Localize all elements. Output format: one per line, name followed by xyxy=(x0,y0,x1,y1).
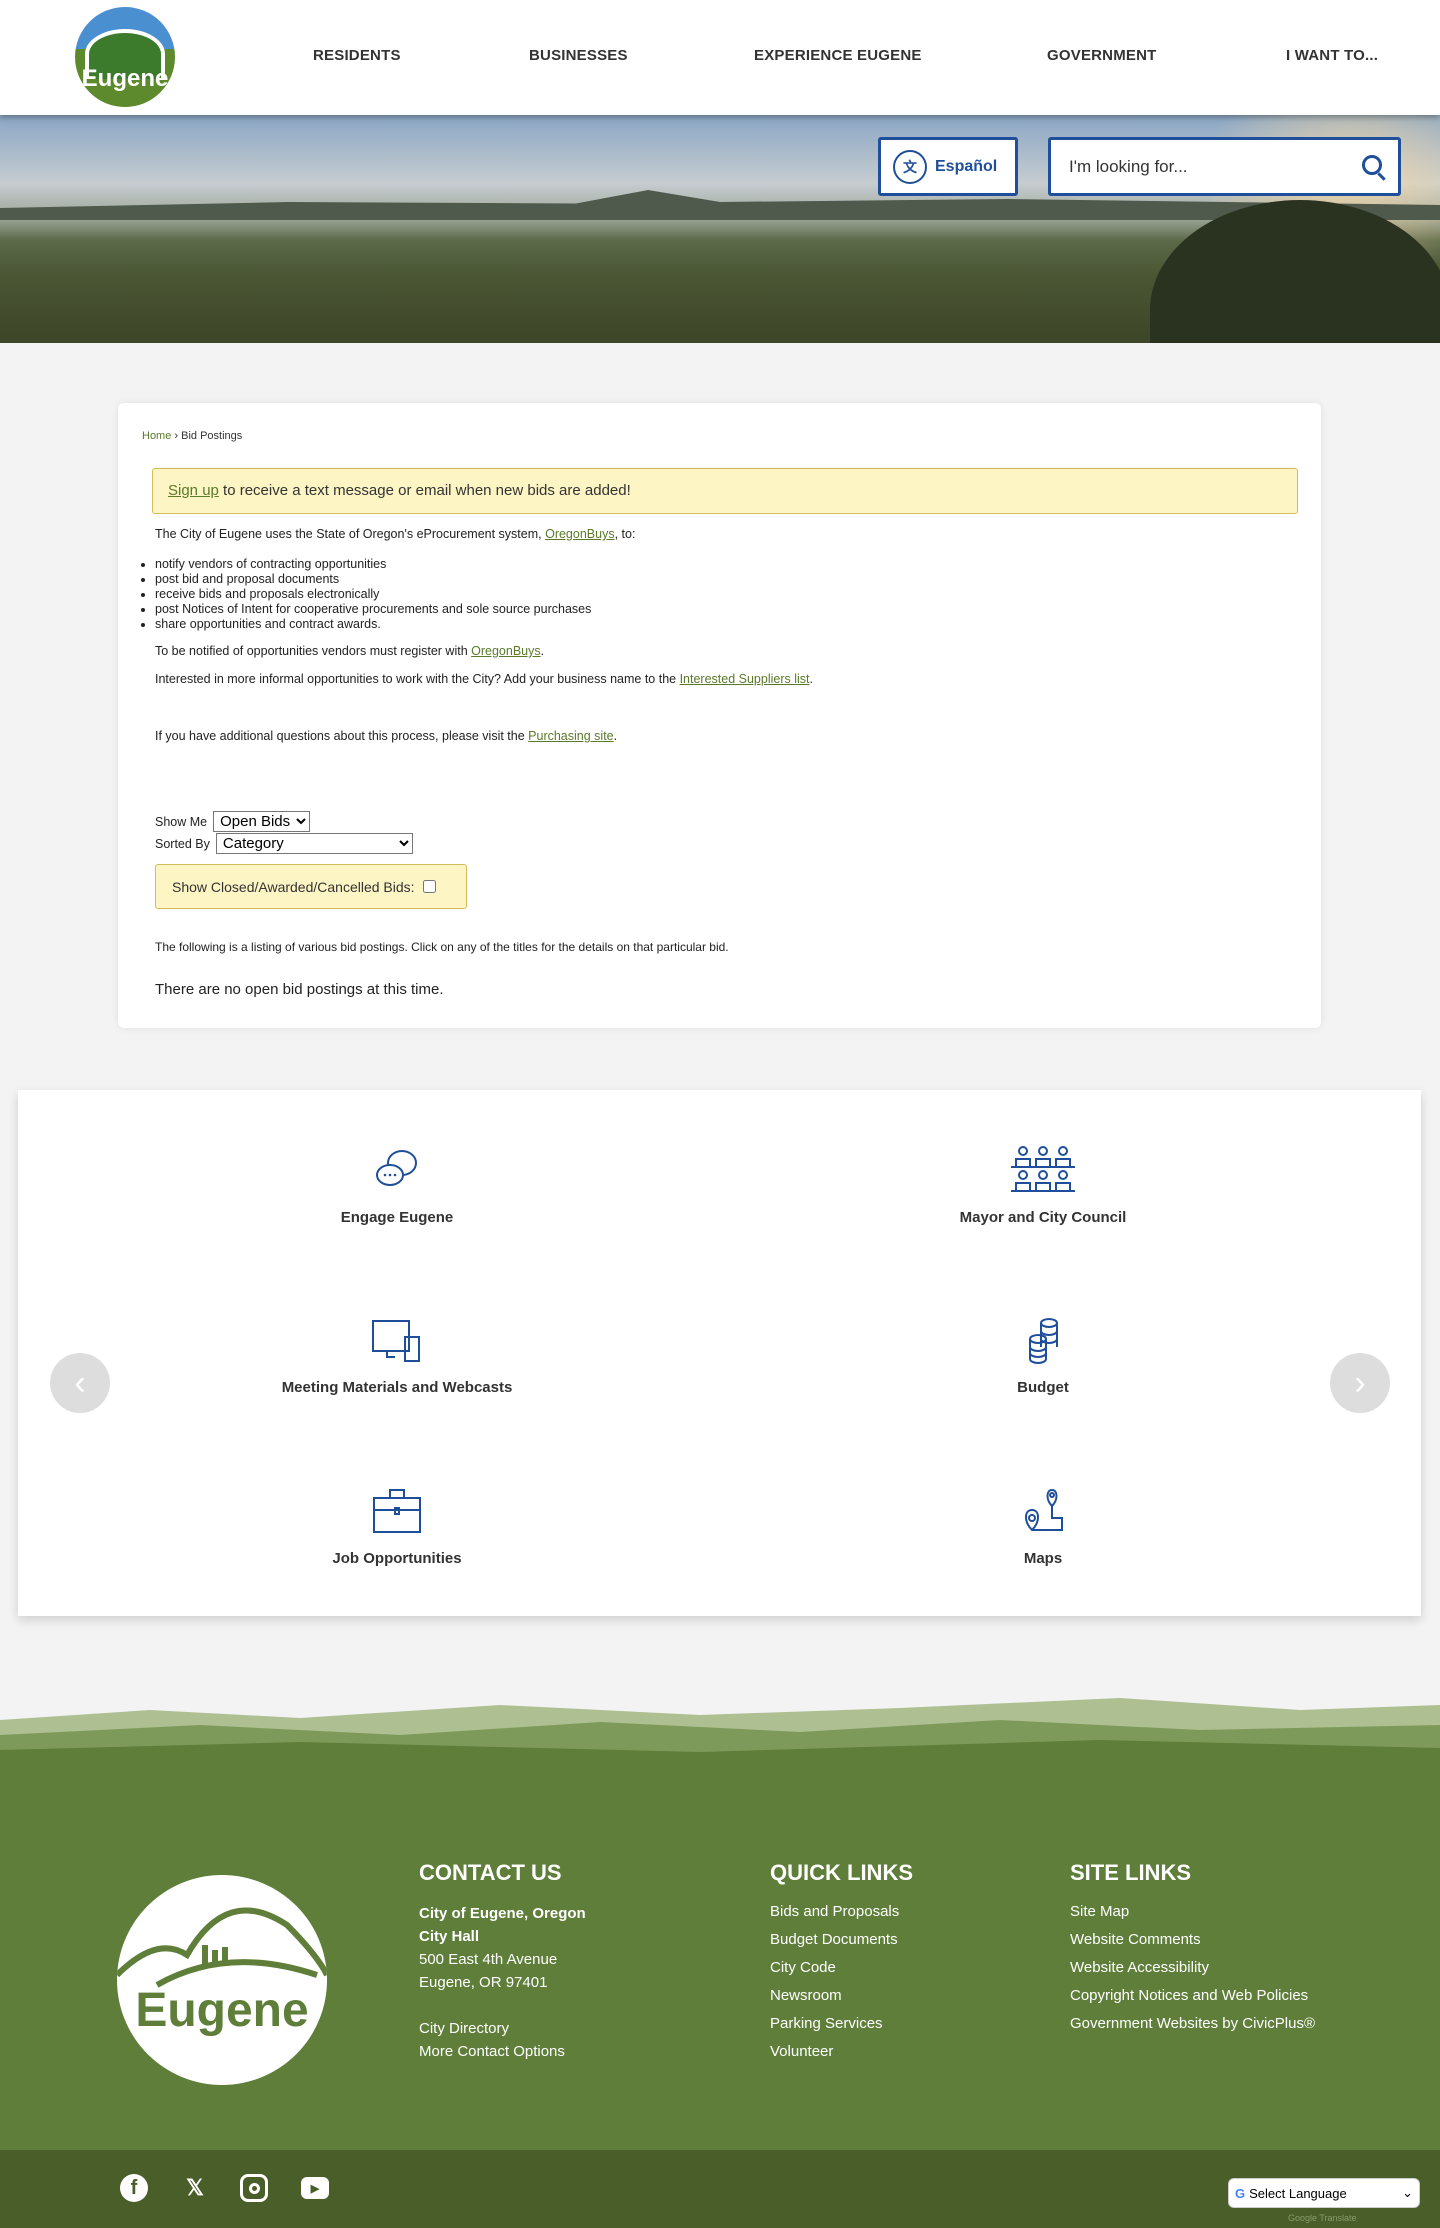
footer-logo: Eugene xyxy=(117,1875,327,2085)
instagram-icon[interactable] xyxy=(240,2174,268,2202)
espanol-button[interactable]: 文 Español xyxy=(878,137,1018,196)
sorted-by-row: Sorted By Category xyxy=(155,833,413,854)
site-footer: Eugene CONTACT US City of Eugene, Oregon… xyxy=(0,1760,1440,2150)
sorted-by-select[interactable]: Category xyxy=(215,833,413,854)
nav-businesses[interactable]: BUSINESSES xyxy=(529,47,628,64)
quick-link[interactable]: City Code xyxy=(770,1954,899,1982)
service-engage-eugene[interactable]: Engage Eugene xyxy=(197,1145,597,1226)
quick-links-list: Bids and Proposals Budget Documents City C… xyxy=(770,1898,899,2066)
chevron-down-icon: ⌄ xyxy=(1402,2185,1413,2200)
breadcrumb: Home › Bid Postings xyxy=(142,430,243,442)
quick-link[interactable]: Parking Services xyxy=(770,2010,899,2038)
register-text: To be notified of opportunities vendors … xyxy=(155,644,545,658)
site-link[interactable]: Website Comments xyxy=(1070,1926,1315,1954)
service-mayor-city-council[interactable]: Mayor and City Council xyxy=(843,1145,1243,1226)
nav-government[interactable]: GOVERNMENT xyxy=(1047,47,1157,64)
site-link[interactable]: Copyright Notices and Web Policies xyxy=(1070,1982,1315,2010)
signup-banner: Sign up to receive a text message or ema… xyxy=(152,468,1298,514)
signup-link[interactable]: Sign up xyxy=(168,482,219,499)
service-maps[interactable]: Maps xyxy=(843,1486,1243,1567)
language-select[interactable]: G Select Language ⌄ xyxy=(1228,2178,1420,2208)
listing-text: The following is a listing of various bi… xyxy=(155,940,729,954)
map-pins-icon xyxy=(1025,1488,1063,1532)
contact-heading: CONTACT US xyxy=(419,1860,562,1885)
intro-text: The City of Eugene uses the State of Ore… xyxy=(155,527,636,541)
google-translate-credit: Google Translate xyxy=(1288,2213,1357,2223)
youtube-icon[interactable]: ▶ xyxy=(301,2177,329,2199)
briefcase-icon xyxy=(373,1489,421,1533)
quick-link[interactable]: Budget Documents xyxy=(770,1926,899,1954)
site-header: Eugene RESIDENTS BUSINESSES EXPERIENCE E… xyxy=(0,0,1440,115)
nav-residents[interactable]: RESIDENTS xyxy=(313,47,401,64)
feature-list: notify vendors of contracting opportunit… xyxy=(155,557,591,632)
carousel-next-button[interactable]: › xyxy=(1330,1353,1390,1413)
informal-text: Interested in more informal opportunitie… xyxy=(155,672,813,686)
x-twitter-icon[interactable]: 𝕏 xyxy=(181,2174,209,2202)
services-carousel: ‹ › Engage Eugene Mayor and City Council… xyxy=(18,1090,1421,1616)
facebook-icon[interactable]: f xyxy=(120,2174,148,2202)
questions-text: If you have additional questions about t… xyxy=(155,729,618,743)
city-directory-link[interactable]: City Directory xyxy=(419,2017,586,2040)
coin-stack-icon xyxy=(1029,1318,1058,1364)
chat-bubbles-icon xyxy=(376,1150,417,1186)
quick-link[interactable]: Newsroom xyxy=(770,1982,899,2010)
contact-info: City of Eugene, Oregon City Hall 500 Eas… xyxy=(419,1902,586,2063)
interested-suppliers-link[interactable]: Interested Suppliers list xyxy=(680,672,810,686)
site-links-heading: SITE LINKS xyxy=(1070,1860,1192,1885)
search-box xyxy=(1048,137,1401,196)
more-contact-options-link[interactable]: More Contact Options xyxy=(419,2040,586,2063)
service-budget[interactable]: Budget xyxy=(843,1315,1243,1396)
nav-i-want-to[interactable]: I WANT TO... xyxy=(1286,47,1378,64)
show-closed-checkbox[interactable] xyxy=(422,880,436,893)
empty-message: There are no open bid postings at this t… xyxy=(155,981,444,998)
content-card: Home › Bid Postings Sign up to receive a… xyxy=(118,403,1321,1028)
footer-bottom-bar xyxy=(0,2150,1440,2228)
show-me-select[interactable]: Open Bids xyxy=(213,811,311,832)
council-people-icon xyxy=(1011,1146,1075,1192)
quick-link[interactable]: Volunteer xyxy=(770,2038,899,2066)
service-meeting-materials[interactable]: Meeting Materials and Webcasts xyxy=(197,1315,597,1396)
carousel-prev-button[interactable]: ‹ xyxy=(50,1353,110,1413)
search-icon[interactable] xyxy=(1362,155,1382,175)
eugene-logo[interactable]: Eugene xyxy=(75,7,175,107)
oregonbuys-link[interactable]: OregonBuys xyxy=(545,527,614,541)
nav-experience-eugene[interactable]: EXPERIENCE EUGENE xyxy=(754,47,922,64)
monitor-tablet-icon xyxy=(372,1320,420,1362)
service-job-opportunities[interactable]: Job Opportunities xyxy=(197,1486,597,1567)
quick-links-heading: QUICK LINKS xyxy=(770,1860,913,1885)
oregonbuys-register-link[interactable]: OregonBuys xyxy=(471,644,540,658)
show-me-row: Show Me Open Bids xyxy=(155,811,311,832)
site-link[interactable]: Website Accessibility xyxy=(1070,1954,1315,1982)
google-g-icon: G xyxy=(1235,2185,1246,2201)
site-links-list: Site Map Website Comments Website Accessib… xyxy=(1070,1898,1315,2038)
site-link[interactable]: Site Map xyxy=(1070,1898,1315,1926)
translate-icon: 文 xyxy=(893,149,927,184)
site-link[interactable]: Government Websites by CivicPlus® xyxy=(1070,2010,1315,2038)
search-input[interactable] xyxy=(1069,154,1339,180)
breadcrumb-home[interactable]: Home xyxy=(142,430,171,442)
show-closed-box: Show Closed/Awarded/Cancelled Bids: xyxy=(155,864,467,909)
footer-landscape xyxy=(0,1698,1440,1770)
quick-link[interactable]: Bids and Proposals xyxy=(770,1898,899,1926)
purchasing-site-link[interactable]: Purchasing site xyxy=(528,729,613,743)
